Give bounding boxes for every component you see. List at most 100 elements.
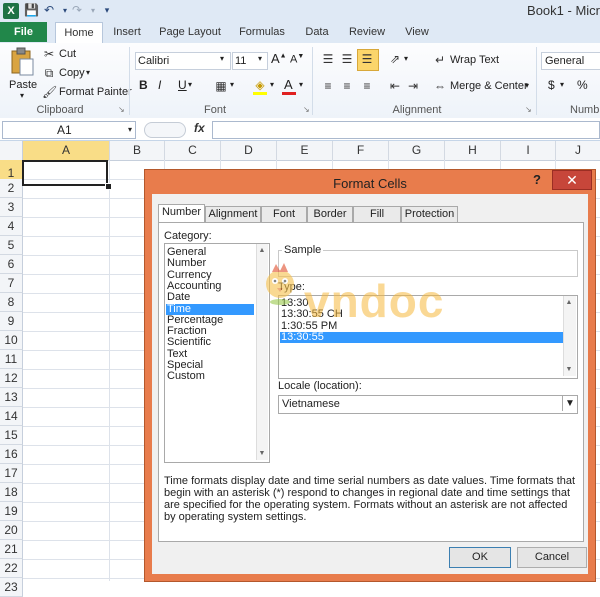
undo-icon[interactable]: ↶ [42,3,56,18]
increase-indent-icon[interactable]: ⇥ [406,79,420,93]
chevron-down-icon[interactable]: ▾ [220,54,224,63]
row-header[interactable]: 9 [0,312,23,331]
orientation-icon[interactable]: ⇗ [388,52,402,66]
paste-dropdown-icon[interactable]: ▾ [20,91,24,100]
cut-icon[interactable]: ✂ [42,47,56,61]
type-scrollbar[interactable] [563,296,576,376]
column-header-e[interactable]: E [277,141,333,160]
tab-formulas[interactable]: Formulas [234,22,290,42]
column-header-c[interactable]: C [165,141,221,160]
font-name-select[interactable]: Calibri [135,52,231,70]
ok-button[interactable]: OK [449,547,511,568]
column-header-j[interactable]: J [556,141,600,160]
column-header-b[interactable]: B [110,141,165,160]
locale-select[interactable]: Vietnamese [278,395,578,414]
row-header[interactable]: 10 [0,331,23,350]
redo-icon[interactable]: ↷ [70,3,84,18]
align-left-icon[interactable]: ≡ [321,79,335,93]
excel-app-icon[interactable]: X [3,3,19,19]
category-item[interactable]: Currency [166,269,254,281]
category-item[interactable]: Time [166,303,254,315]
row-header[interactable]: 16 [0,445,23,464]
wrap-text-label[interactable]: Wrap Text [450,54,499,66]
formula-input[interactable] [212,121,600,139]
borders-icon[interactable]: ▦ [214,79,228,93]
paste-label[interactable]: Paste [9,79,37,91]
tab-protection[interactable]: Protection [401,206,458,222]
format-painter-label[interactable]: Format Painter [59,86,132,98]
font-color-dropdown-icon[interactable]: ▾ [299,80,303,89]
row-header[interactable]: 14 [0,407,23,426]
shrink-font-icon[interactable]: A▼ [290,53,304,66]
accounting-dropdown-icon[interactable]: ▾ [560,80,564,89]
dialog-launcher-icon[interactable]: ↘ [118,105,125,114]
cancel-button[interactable]: Cancel [517,547,587,568]
fill-dropdown-icon[interactable]: ▾ [270,80,274,89]
bold-button[interactable]: B [139,78,148,92]
select-all-button[interactable] [0,141,23,160]
format-painter-icon[interactable]: 🖌 [42,85,57,99]
percent-button[interactable]: % [577,78,588,92]
underline-button[interactable]: U [178,78,187,92]
redo-dropdown-icon[interactable]: ▾ [86,3,100,18]
help-button[interactable]: ? [533,172,541,187]
row-header[interactable]: 11 [0,350,23,369]
close-button[interactable]: ✕ [552,170,592,190]
category-item[interactable]: Date [166,292,254,303]
grow-font-icon[interactable]: A▲ [271,51,287,66]
scroll-up-icon[interactable]: ▲ [257,247,267,254]
row-header[interactable]: 19 [0,502,23,521]
category-item[interactable]: Number [166,258,254,269]
copy-dropdown-icon[interactable]: ▾ [86,68,90,77]
paste-icon[interactable] [8,47,34,77]
column-header-h[interactable]: H [445,141,501,160]
row-header[interactable]: 2 [0,179,23,198]
scroll-up-icon[interactable]: ▲ [564,299,574,306]
row-header[interactable]: 22 [0,559,23,578]
category-item[interactable]: Custom [166,371,254,382]
chevron-down-icon[interactable]: ▾ [128,122,132,138]
tab-insert[interactable]: Insert [106,22,148,42]
merge-center-icon[interactable]: ⇔ [433,79,447,93]
merge-dropdown-icon[interactable]: ▾ [525,81,529,90]
scroll-down-icon[interactable]: ▼ [257,450,267,457]
row-header[interactable]: 21 [0,540,23,559]
wrap-text-icon[interactable]: ↵ [433,53,447,67]
fill-handle[interactable] [105,183,112,190]
fill-color-icon[interactable]: ◈ [253,78,267,92]
chevron-down-icon[interactable]: ▼ [562,396,577,411]
row-header[interactable]: 20 [0,521,23,540]
tab-page-layout[interactable]: Page Layout [156,22,224,42]
row-header[interactable]: 7 [0,274,23,293]
tab-data[interactable]: Data [298,22,336,42]
row-header[interactable]: 13 [0,388,23,407]
orientation-dropdown-icon[interactable]: ▾ [404,54,408,63]
column-header-d[interactable]: D [221,141,277,160]
chevron-down-icon[interactable]: ▾ [258,54,262,63]
font-size-select[interactable]: 11 [232,52,268,70]
column-header-i[interactable]: I [501,141,556,160]
row-header[interactable]: 6 [0,255,23,274]
underline-dropdown-icon[interactable]: ▾ [188,80,192,89]
font-color-icon[interactable]: A [284,77,293,92]
tab-border[interactable]: Border [307,206,353,222]
tab-number[interactable]: Number [158,204,205,222]
column-header-a[interactable]: A [23,141,110,160]
formula-bar-handle[interactable] [144,122,186,138]
row-header[interactable]: 18 [0,483,23,502]
align-top-icon[interactable]: ☰ [321,52,335,66]
row-header[interactable]: 3 [0,198,23,217]
dialog-launcher-icon[interactable]: ↘ [303,105,310,114]
copy-label[interactable]: Copy [59,67,85,79]
row-header[interactable]: 17 [0,464,23,483]
row-header[interactable]: 12 [0,369,23,388]
column-header-f[interactable]: F [333,141,389,160]
row-header[interactable]: 4 [0,217,23,236]
tab-file[interactable]: File [0,22,47,42]
customize-toolbar-icon[interactable]: ▾ [100,3,114,18]
merge-center-label[interactable]: Merge & Center [450,80,528,92]
tab-fill[interactable]: Fill [353,206,401,222]
align-middle-icon[interactable]: ☰ [340,52,354,66]
type-item[interactable]: 13:30:55 [280,331,563,343]
row-header[interactable]: 15 [0,426,23,445]
